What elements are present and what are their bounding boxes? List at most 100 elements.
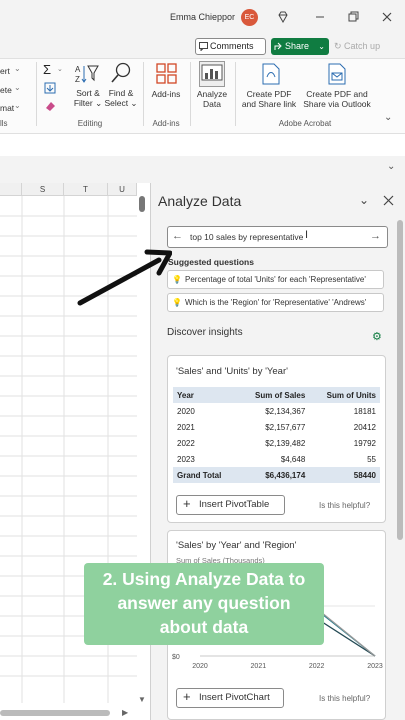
table-cell: $2,139,482: [265, 438, 306, 448]
table-row: 2021 $2,157,677 20412: [173, 419, 380, 435]
chevron-down-icon[interactable]: ⌄: [57, 65, 63, 73]
table-cell: $4,648: [280, 454, 306, 464]
pdf-share-label[interactable]: Create PDF and Share link: [238, 89, 300, 109]
caption-line: about data: [159, 617, 249, 637]
table-row: 2022 $2,139,482 19792: [173, 435, 380, 451]
add-ins-label[interactable]: Add-ins: [146, 89, 186, 99]
table-row: 2023 $4,648 55: [173, 451, 380, 467]
expand-formula-bar-icon[interactable]: ⌄: [387, 161, 395, 172]
pane-title: Analyze Data: [158, 193, 242, 209]
table-cell: 20412: [353, 422, 376, 432]
add-ins-icon[interactable]: [156, 63, 178, 87]
clear-eraser-icon[interactable]: [44, 100, 56, 114]
find-label-line2: Select: [104, 98, 129, 108]
share-button[interactable]: Share ⌄: [271, 38, 329, 55]
minimize-icon[interactable]: [313, 10, 327, 24]
caption-callout: 2. Using Analyze Data to answer any ques…: [84, 563, 324, 645]
chevron-down-icon[interactable]: ⌄: [14, 83, 21, 92]
analyze-data-label[interactable]: Analyze Data: [194, 89, 230, 109]
avatar[interactable]: EC: [241, 9, 258, 26]
column-header[interactable]: [0, 183, 22, 196]
suggestion-item[interactable]: 💡 Percentage of total 'Units' for each '…: [167, 270, 384, 289]
pointer-arrow-icon: [77, 247, 173, 309]
table-cell: $2,134,367: [265, 406, 306, 416]
analyze-data-icon[interactable]: [199, 61, 225, 87]
restore-icon[interactable]: [346, 10, 360, 24]
table-row: 2020 $2,134,367 18181: [173, 403, 380, 419]
table-cell: 2022: [177, 438, 195, 448]
chevron-down-icon[interactable]: ⌄: [14, 64, 21, 73]
share-label: Share: [285, 41, 310, 51]
find-select-label[interactable]: Find & Select ⌄: [103, 88, 139, 108]
table-cell: 18181: [353, 406, 376, 416]
back-arrow-icon[interactable]: ←: [172, 230, 183, 242]
table-cell: 55: [367, 454, 376, 464]
catch-up-label: Catch up: [344, 41, 381, 51]
format-cells-label[interactable]: mat: [0, 103, 14, 113]
lightbulb-icon: 💡: [172, 298, 182, 307]
svg-text:Z: Z: [75, 75, 80, 84]
comments-button[interactable]: Comments: [195, 38, 266, 55]
close-window-icon[interactable]: [380, 10, 394, 24]
ribbon-divider: [235, 62, 236, 126]
pdf-share-line2: and Share link: [241, 99, 297, 109]
text-cursor-icon: Ι: [305, 229, 309, 241]
card-title: 'Sales' and 'Units' by 'Year': [176, 366, 288, 377]
table-cell: 2023: [177, 454, 195, 464]
autosum-icon[interactable]: Σ: [43, 62, 51, 77]
pdf-outlook-icon[interactable]: [327, 63, 347, 87]
submit-arrow-icon[interactable]: →: [370, 230, 381, 242]
column-header-t[interactable]: T: [64, 183, 108, 196]
helpful-link[interactable]: Is this helpful?: [319, 694, 370, 703]
sort-filter-icon[interactable]: AZ: [75, 63, 99, 87]
ribbon-divider: [143, 62, 144, 126]
sort-filter-label[interactable]: Sort & Filter ⌄: [70, 88, 106, 108]
insert-cells-label[interactable]: ert: [0, 66, 10, 76]
scroll-down-icon[interactable]: ▼: [138, 695, 146, 704]
table-cell: $2,157,677: [265, 422, 306, 432]
chevron-down-icon[interactable]: ⌄: [318, 38, 325, 55]
catch-up-button[interactable]: ↻ Catch up: [334, 38, 396, 55]
table-header: Sum of Sales: [255, 390, 306, 400]
chevron-down-icon[interactable]: ⌄: [14, 101, 21, 110]
editing-group-label: Editing: [77, 119, 103, 128]
card-title: 'Sales' by 'Year' and 'Region': [176, 540, 297, 551]
sort-label-line2: Filter: [73, 98, 93, 108]
ribbon-divider: [190, 62, 191, 126]
add-ins-group-label: Add-ins: [152, 119, 180, 128]
caption-line: answer any question: [117, 593, 291, 613]
find-search-icon[interactable]: [110, 62, 132, 86]
insert-pivotchart-label: Insert PivotChart: [199, 692, 270, 703]
suggestion-item[interactable]: 💡 Which is the 'Region' for 'Representat…: [167, 293, 384, 312]
diamond-icon[interactable]: [276, 10, 290, 24]
suggestion-text: Which is the 'Region' for 'Representativ…: [185, 298, 367, 307]
pdf-share-icon[interactable]: [261, 63, 281, 87]
table-cell: 2020: [177, 406, 195, 416]
delete-cells-label[interactable]: ete: [0, 85, 12, 95]
ribbon-collapse-icon[interactable]: ⌄: [384, 112, 392, 123]
plus-icon: +: [183, 496, 191, 511]
x-tick-label: 2020: [192, 663, 208, 670]
scroll-right-icon[interactable]: ▶: [122, 708, 128, 717]
pivot-table: Year Sum of Sales Sum of Units 2020 $2,13…: [173, 387, 380, 483]
helpful-link[interactable]: Is this helpful?: [319, 501, 370, 510]
insert-pivotchart-button[interactable]: + Insert PivotChart: [176, 688, 284, 708]
pdf-share-line1: Create PDF: [246, 89, 292, 99]
pdf-outlook-label[interactable]: Create PDF and Share via Outlook: [300, 89, 374, 109]
insight-card-table: 'Sales' and 'Units' by 'Year' Year Sum o…: [167, 355, 386, 523]
settings-gear-icon[interactable]: ⚙: [372, 330, 382, 343]
column-header-s[interactable]: S: [22, 183, 64, 196]
x-tick-label: 2021: [251, 663, 267, 670]
fill-icon[interactable]: [44, 82, 56, 96]
formula-bar[interactable]: [0, 134, 405, 156]
horizontal-scrollbar-thumb[interactable]: [0, 710, 110, 716]
column-header-u[interactable]: U: [108, 183, 137, 196]
table-cell: Grand Total: [177, 470, 222, 480]
insert-pivottable-button[interactable]: + Insert PivotTable: [176, 495, 285, 515]
vertical-scrollbar-thumb[interactable]: [139, 196, 145, 212]
x-tick-label: 2023: [367, 663, 383, 670]
analyze-label-line1: Analyze: [196, 89, 228, 99]
close-pane-icon[interactable]: [383, 195, 394, 208]
pane-scrollbar-thumb[interactable]: [397, 220, 403, 540]
chevron-down-icon[interactable]: ⌄: [359, 193, 369, 207]
